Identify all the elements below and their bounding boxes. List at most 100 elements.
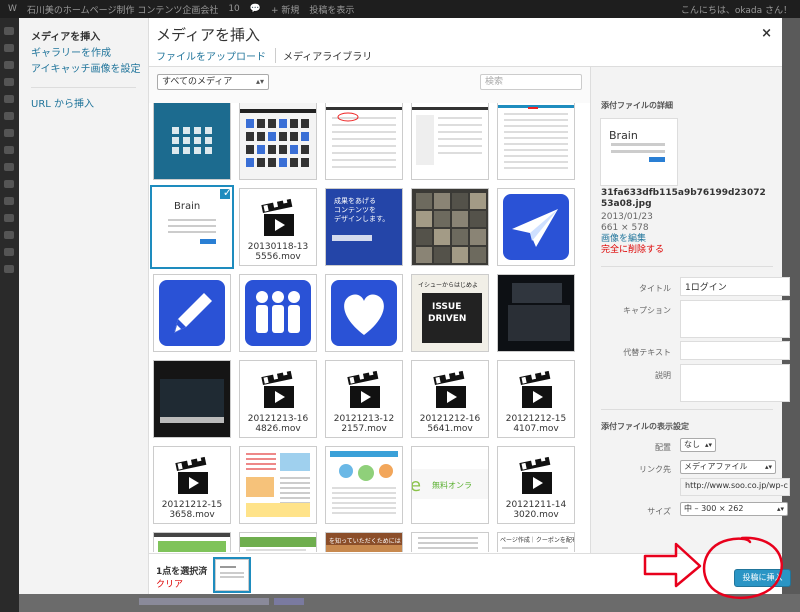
updates-count[interactable]: 10 bbox=[228, 4, 239, 14]
attachment-details-sidebar: 添付ファイルの詳細 Brain 31fa633dfb115a9b76199d23… bbox=[590, 67, 790, 553]
delete-permanently-link[interactable]: 完全に削除する bbox=[601, 245, 664, 256]
attachment-image-thumb[interactable] bbox=[154, 533, 230, 552]
comments-icon[interactable]: 💬 bbox=[250, 4, 261, 14]
page-content-behind bbox=[19, 594, 800, 612]
poster-text-line: コンテンツを bbox=[334, 206, 376, 214]
attachment-image-thumb[interactable]: ページ作成｜クーポンを配布できます bbox=[498, 533, 574, 552]
attachment-video-thumb[interactable]: 20130118-135556.mov bbox=[240, 189, 316, 265]
menu-insert-media[interactable]: メディアを挿入 bbox=[19, 30, 148, 46]
size-value: 中 – 300 × 262 bbox=[684, 504, 744, 513]
media-toolbar-footer: 1点を選択済 クリア 投稿に挿入 bbox=[149, 553, 791, 594]
link-url-field[interactable]: http://www.soo.co.jp/wp-c bbox=[680, 478, 790, 496]
poster-text-line: 成果をあげる bbox=[334, 196, 376, 205]
alignment-value: なし bbox=[684, 440, 700, 449]
size-label: サイズ bbox=[647, 507, 671, 516]
title-label: タイトル bbox=[639, 284, 671, 293]
edit-image-link[interactable]: 画像を編集 bbox=[601, 234, 664, 245]
book-word-1: ISSUE bbox=[432, 302, 461, 312]
attachment-image-thumb[interactable] bbox=[154, 103, 230, 179]
link-to-select[interactable]: メディアファイル ▴▾ bbox=[680, 460, 776, 474]
attachment-image-thumb[interactable] bbox=[412, 103, 488, 179]
attachment-video-thumb[interactable]: 20121213-164826.mov bbox=[240, 361, 316, 437]
caption-label: キャプション bbox=[623, 306, 671, 315]
book-word-2: DRIVEN bbox=[428, 314, 466, 324]
link-to-value: メディアファイル bbox=[684, 462, 748, 471]
selection-count: 1点を選択済 bbox=[156, 567, 208, 577]
paper-plane-icon[interactable] bbox=[498, 189, 574, 265]
heart-icon[interactable] bbox=[326, 275, 402, 351]
attachment-preview: Brain bbox=[601, 119, 677, 185]
attachment-thumb-selected[interactable]: Brain ✓ bbox=[154, 189, 230, 265]
attachment-image-thumb[interactable] bbox=[498, 103, 574, 179]
tab-upload-files[interactable]: ファイルをアップロード bbox=[156, 48, 275, 63]
attachments-grid: Brain ✓ 20130118-135556.mov 成果をあげる コンテンツを デザイ… bbox=[149, 103, 590, 552]
attachment-video-thumb[interactable]: 20121211-143020.mov bbox=[498, 447, 574, 523]
menu-set-featured-image[interactable]: アイキャッチ画像を設定 bbox=[19, 62, 148, 78]
alignment-label: 配置 bbox=[655, 443, 671, 452]
attachment-meta: 2013/01/23 661 × 578 画像を編集 完全に削除する bbox=[601, 212, 664, 256]
coupon-caption: ページ作成｜クーポンを配布できます bbox=[500, 536, 574, 544]
menu-insert-from-url[interactable]: URL から挿入 bbox=[19, 97, 148, 113]
media-toolbar: すべてのメディア ▴▾ 検索 bbox=[149, 67, 590, 103]
select-arrows-icon: ▴▾ bbox=[255, 77, 264, 86]
view-post-link[interactable]: 投稿を表示 bbox=[309, 3, 354, 16]
alt-text-field[interactable] bbox=[680, 341, 790, 360]
svg-text:e: e bbox=[412, 475, 421, 496]
attachment-video-thumb[interactable]: 20121213-122157.mov bbox=[326, 361, 402, 437]
attachment-image-thumb[interactable] bbox=[326, 447, 402, 523]
attachment-image-thumb[interactable]: イシューからはじめよ ISSUE DRIVEN bbox=[412, 275, 488, 351]
select-arrows-icon: ▴▾ bbox=[704, 441, 712, 449]
title-field[interactable]: 1ログイン bbox=[680, 277, 790, 296]
attachment-video-thumb[interactable]: 20121212-165641.mov bbox=[412, 361, 488, 437]
menu-create-gallery[interactable]: ギャラリーを作成 bbox=[19, 46, 148, 62]
attachment-date: 2013/01/23 bbox=[601, 212, 653, 222]
poster-text-line: デザインします。 bbox=[334, 214, 389, 223]
insert-into-post-button[interactable]: 投稿に挿入 bbox=[734, 569, 791, 587]
description-label: 説明 bbox=[655, 371, 671, 380]
tab-media-library[interactable]: メディアライブラリ bbox=[275, 48, 381, 63]
alignment-select[interactable]: なし ▴▾ bbox=[680, 438, 716, 452]
site-name-link[interactable]: 石川美のホームページ制作 コンテンツ企画会社 bbox=[27, 3, 218, 16]
caption-field[interactable] bbox=[680, 300, 790, 338]
pencil-icon[interactable] bbox=[154, 275, 230, 351]
attachment-image-thumb[interactable] bbox=[498, 275, 574, 351]
attachment-image-thumb[interactable] bbox=[412, 533, 488, 552]
close-icon[interactable]: × bbox=[761, 26, 772, 41]
clear-selection-link[interactable]: クリア bbox=[156, 577, 183, 590]
video-filename: 20130118-135556.mov bbox=[247, 242, 309, 262]
video-filename: 20121211-143020.mov bbox=[505, 500, 567, 520]
admin-bar: W 石川美のホームページ制作 コンテンツ企画会社 10 💬 + 新規 投稿を表示… bbox=[0, 0, 800, 18]
media-filter-select[interactable]: すべてのメディア ▴▾ bbox=[157, 74, 269, 90]
attachment-image-thumb[interactable] bbox=[154, 361, 230, 437]
size-select[interactable]: 中 – 300 × 262 ▴▾ bbox=[680, 502, 788, 516]
attachment-image-thumb[interactable]: e 無料オンラ bbox=[412, 447, 488, 523]
attachment-image-thumb[interactable] bbox=[240, 533, 316, 552]
svg-text:Brain: Brain bbox=[174, 201, 200, 212]
link-to-label: リンク先 bbox=[639, 465, 671, 474]
people-icon[interactable] bbox=[240, 275, 316, 351]
selection-thumbnail[interactable] bbox=[216, 560, 248, 590]
attachment-image-thumb[interactable]: 成果をあげる コンテンツを デザインします。 bbox=[326, 189, 402, 265]
attachment-video-thumb[interactable]: 20121212-153658.mov bbox=[154, 447, 230, 523]
description-field[interactable] bbox=[680, 364, 790, 402]
checkmark-icon[interactable]: ✓ bbox=[219, 189, 230, 200]
display-settings-heading: 添付ファイルの表示設定 bbox=[601, 422, 689, 431]
attachment-image-thumb[interactable] bbox=[412, 189, 488, 265]
attachment-image-thumb[interactable] bbox=[240, 447, 316, 523]
attachment-image-thumb[interactable]: を知っていただくためには bbox=[326, 533, 402, 552]
sunset-caption: を知っていただくためには bbox=[329, 537, 401, 545]
attachment-video-thumb[interactable]: 20121212-154107.mov bbox=[498, 361, 574, 437]
new-content-link[interactable]: + 新規 bbox=[271, 3, 299, 16]
menu-separator bbox=[31, 87, 136, 88]
search-input[interactable]: 検索 bbox=[480, 74, 582, 90]
attachment-image-thumb[interactable] bbox=[326, 103, 402, 179]
wp-logo-icon[interactable]: W bbox=[8, 4, 17, 14]
user-greeting[interactable]: こんにちは、okada さん！ bbox=[681, 3, 792, 16]
alt-text-label: 代替テキスト bbox=[623, 348, 671, 357]
media-modal: メディアを挿入 ギャラリーを作成 アイキャッチ画像を設定 URL から挿入 メデ… bbox=[19, 18, 791, 594]
attachment-image-thumb[interactable] bbox=[240, 103, 316, 179]
media-router-tabs: ファイルをアップロード メディアライブラリ bbox=[156, 48, 381, 63]
media-menu: メディアを挿入 ギャラリーを作成 アイキャッチ画像を設定 URL から挿入 bbox=[19, 18, 149, 594]
attachment-details-heading: 添付ファイルの詳細 bbox=[601, 101, 673, 110]
filter-value: すべてのメディア bbox=[162, 77, 233, 87]
